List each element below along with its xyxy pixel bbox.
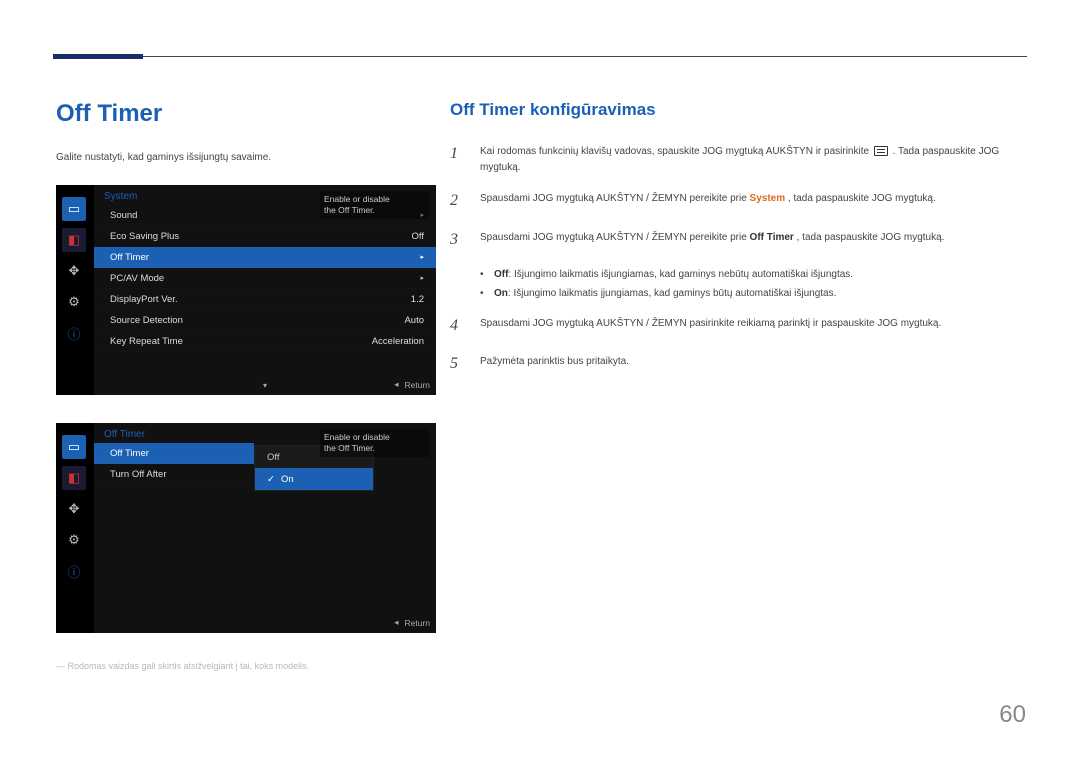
step-body: Kai rodomas funkcinių klavišų vadovas, s… [480,142,1025,175]
osd-row-label: Off Timer [110,448,149,459]
osd-footer: ◂ Return [132,379,430,390]
step: 4 Spausdami JOG mygtuką AUKŠTYN / ŽEMYN … [450,314,1025,339]
osd-row: Source Detection Auto [94,310,436,331]
osd-tooltip-line: the Off Timer. [324,443,375,453]
osd-row-value: Auto [404,315,424,326]
picture-icon: ◧ [62,228,86,252]
osd-screenshot-system: ▭ ◧ ✥ ⚙ ⓘ System Sound ▸ Eco Saving Plus… [56,185,436,395]
chevron-right-icon: ▸ [420,253,424,261]
step-body: Spausdami JOG mygtuką AUKŠTYN / ŽEMYN pa… [480,314,1025,339]
osd-content: Off Timer Off Timer Off Turn Off After O… [94,423,436,633]
target-icon: ✥ [62,497,86,521]
osd-tooltip: Enable or disable the Off Timer. [320,429,430,457]
osd-content: System Sound ▸ Eco Saving Plus Off Off T… [94,185,436,395]
picture-icon: ◧ [62,466,86,490]
bullet-label: Off [494,269,508,280]
osd-tooltip-line: the Off Timer. [324,205,375,215]
menu-icon [874,146,888,156]
osd-row-label: Off Timer [110,252,149,263]
osd-tooltip: Enable or disable the Off Timer. [320,191,430,219]
bullet-item: Off: Išjungimo laikmatis išjungiamas, ka… [480,267,1025,283]
bullet-text: : Išjungimo laikmatis įjungiamas, kad ga… [508,288,837,299]
steps-list: 1 Kai rodomas funkcinių klavišų vadovas,… [450,142,1025,377]
header-divider [53,56,1027,57]
step-text: Kai rodomas funkcinių klavišų vadovas, s… [480,146,872,157]
step-highlight: System [750,193,786,204]
info-icon: ⓘ [62,559,86,583]
gear-icon: ⚙ [62,528,86,552]
info-icon: ⓘ [62,321,86,345]
osd-tooltip-line: Enable or disable [324,432,390,442]
chevron-right-icon: ▸ [420,274,424,282]
osd-row-value: Off [412,231,425,242]
check-icon: ✓ [267,474,275,485]
osd-row-value: 1.2 [411,294,424,305]
osd-row: Eco Saving Plus Off [94,226,436,247]
bullet-list: Off: Išjungimo laikmatis išjungiamas, ka… [480,267,1025,302]
osd-row-label: PC/AV Mode [110,273,164,284]
osd-row-label: Key Repeat Time [110,336,183,347]
gear-icon: ⚙ [62,290,86,314]
osd-row-label: Turn Off After [110,469,167,480]
step-body: Pažymėta parinktis bus pritaikyta. [480,352,1025,377]
osd-row-selected: Off Timer ▸ [94,247,436,268]
bullet-label: On [494,288,508,299]
osd-row-label: Source Detection [110,315,183,326]
osd-return-label: Return [404,380,430,390]
section-heading: Off Timer konfigūravimas [450,100,1025,120]
monitor-icon: ▭ [62,435,86,459]
osd-row-value: Acceleration [372,336,424,347]
page-number: 60 [999,701,1026,729]
osd-screenshot-offtimer: ▭ ◧ ✥ ⚙ ⓘ Off Timer Off Timer Off Turn O… [56,423,436,633]
osd-row: DisplayPort Ver. 1.2 [94,289,436,310]
intro-text: Galite nustatyti, kad gaminys išsijungtų… [56,152,436,163]
osd-row-label: Sound [110,210,137,221]
bullet-text: : Išjungimo laikmatis išjungiamas, kad g… [508,269,853,280]
target-icon: ✥ [62,259,86,283]
step: 3 Spausdami JOG mygtuką AUKŠTYN / ŽEMYN … [450,228,1025,253]
step-body: Spausdami JOG mygtuką AUKŠTYN / ŽEMYN pe… [480,189,1025,214]
step-text: Spausdami JOG mygtuką AUKŠTYN / ŽEMYN pe… [480,232,750,243]
footnote: ― Rodomas vaizdas gali skirtis atsižvelg… [56,661,436,671]
step: 2 Spausdami JOG mygtuką AUKŠTYN / ŽEMYN … [450,189,1025,214]
step-text: , tada paspauskite JOG mygtuką. [797,232,945,243]
step-text: , tada paspauskite JOG mygtuką. [788,193,936,204]
osd-row: Turn Off After [94,464,254,485]
page-title: Off Timer [56,100,436,128]
step-number: 5 [450,352,466,377]
osd-row-label: Eco Saving Plus [110,231,179,242]
step-number: 1 [450,142,466,175]
osd-row: PC/AV Mode ▸ [94,268,436,289]
step-highlight: Off Timer [750,232,794,243]
step-text: Spausdami JOG mygtuką AUKŠTYN / ŽEMYN pe… [480,193,750,204]
osd-option-label: On [281,474,294,485]
osd-footer: ◂ Return [132,617,430,628]
step-number: 4 [450,314,466,339]
step-number: 2 [450,189,466,214]
osd-option-label: Off [267,452,280,463]
step-number: 3 [450,228,466,253]
header-accent [53,54,143,59]
step-body: Spausdami JOG mygtuką AUKŠTYN / ŽEMYN pe… [480,228,1025,253]
osd-tooltip-line: Enable or disable [324,194,390,204]
osd-row: Key Repeat Time Acceleration [94,331,436,352]
osd-row-label: DisplayPort Ver. [110,294,178,305]
step: 1 Kai rodomas funkcinių klavišų vadovas,… [450,142,1025,175]
monitor-icon: ▭ [62,197,86,221]
step: 5 Pažymėta parinktis bus pritaikyta. [450,352,1025,377]
osd-return-label: Return [404,618,430,628]
osd-sidebar: ▭ ◧ ✥ ⚙ ⓘ [62,197,88,345]
chevron-left-icon: ◂ [394,379,398,390]
bullet-item: On: Išjungimo laikmatis įjungiamas, kad … [480,286,1025,302]
chevron-left-icon: ◂ [394,617,398,628]
osd-option-selected: ✓ On [255,468,373,490]
osd-row-selected: Off Timer Off [94,443,254,464]
osd-sidebar: ▭ ◧ ✥ ⚙ ⓘ [62,435,88,583]
